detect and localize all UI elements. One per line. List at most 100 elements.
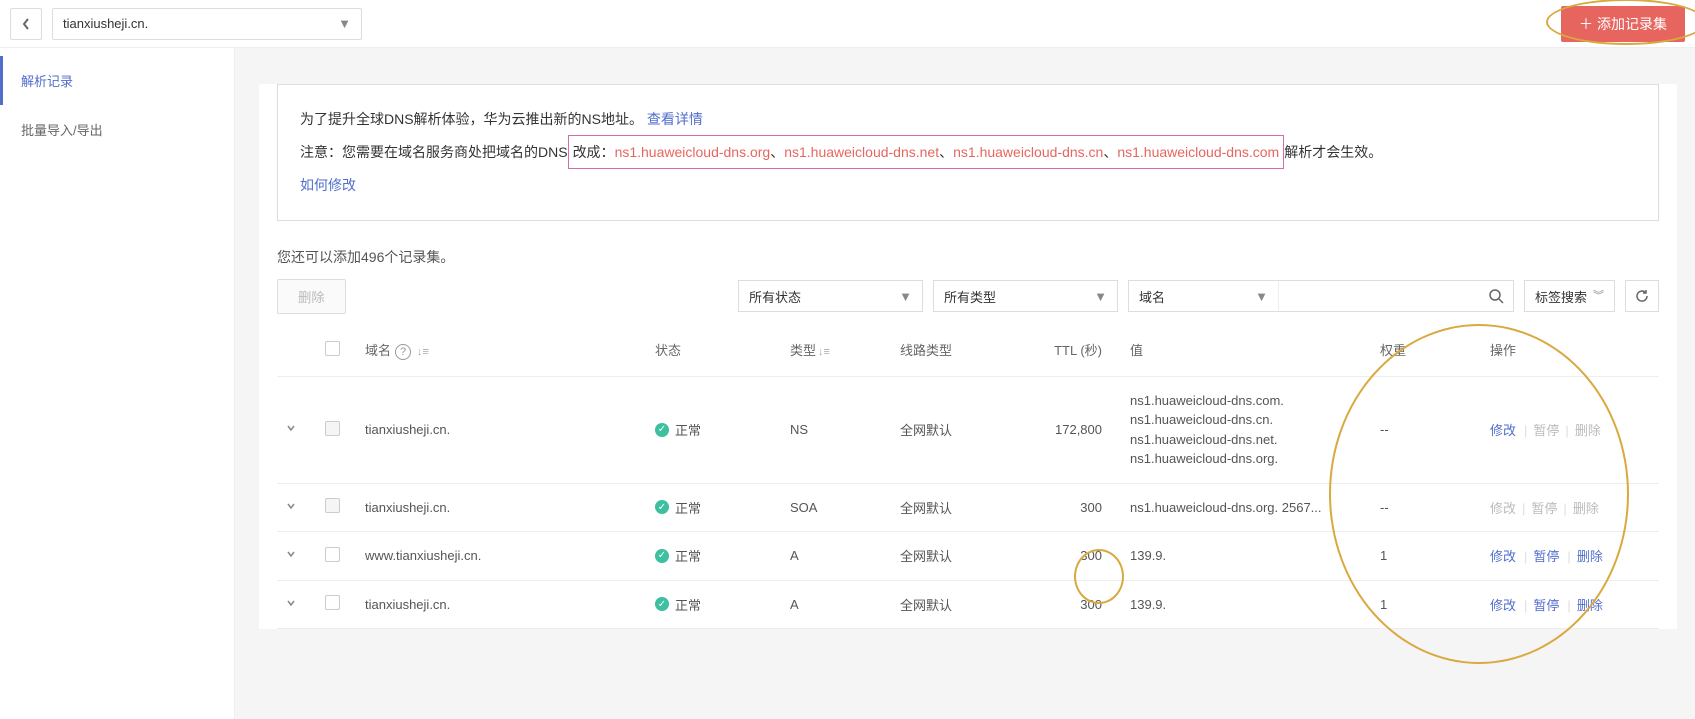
- add-recordset-button[interactable]: ＋ 添加记录集: [1561, 6, 1685, 42]
- cell-ttl: 172,800: [1022, 376, 1122, 483]
- expand-toggle[interactable]: [285, 422, 301, 437]
- caret-down-icon: ▼: [1094, 289, 1107, 304]
- notice-link-howto[interactable]: 如何修改: [300, 177, 356, 193]
- cell-line: 全网默认: [892, 532, 1022, 581]
- expand-toggle[interactable]: [285, 548, 301, 563]
- row-checkbox: [325, 421, 340, 436]
- row-checkbox[interactable]: [325, 595, 340, 610]
- search-field-label: 域名: [1139, 287, 1165, 306]
- col-ops: 操作: [1482, 324, 1659, 377]
- notice-link-details[interactable]: 查看详情: [647, 111, 703, 127]
- notice-box: 为了提升全球DNS解析体验，华为云推出新的NS地址。 查看详情 注意：您需要在域…: [277, 84, 1659, 221]
- add-button-label: 添加记录集: [1597, 14, 1667, 34]
- dns-server: ns1.huaweicloud-dns.cn: [953, 144, 1103, 160]
- select-all-checkbox[interactable]: [325, 341, 340, 356]
- delete-button[interactable]: 删除: [277, 279, 346, 314]
- cell-domain: tianxiusheji.cn.: [357, 580, 647, 629]
- caret-down-icon: ▼: [338, 16, 351, 31]
- cell-domain: tianxiusheji.cn.: [357, 483, 647, 532]
- plus-icon: ＋: [1579, 14, 1593, 34]
- caret-down-icon: ▼: [899, 289, 912, 304]
- expand-toggle[interactable]: [285, 597, 301, 612]
- value-line: 139.9.: [1130, 595, 1364, 615]
- value-line: ns1.huaweicloud-dns.org. 2567...: [1130, 498, 1364, 518]
- type-filter-select[interactable]: 所有类型 ▼: [933, 280, 1118, 312]
- dns-highlight-box: 改成：ns1.huaweicloud-dns.org、ns1.huaweiclo…: [568, 135, 1285, 169]
- op-pause: 暂停: [1533, 423, 1559, 438]
- op-modify[interactable]: 修改: [1490, 549, 1516, 564]
- col-type: 类型: [790, 343, 816, 358]
- records-count-info: 您还可以添加496个记录集。: [259, 221, 1677, 279]
- row-checkbox[interactable]: [325, 547, 340, 562]
- domain-selector[interactable]: tianxiusheji.cn. ▼: [52, 8, 362, 40]
- op-modify[interactable]: 修改: [1490, 423, 1516, 438]
- op-delete: 删除: [1575, 423, 1601, 438]
- topbar: tianxiusheji.cn. ▼ ＋ 添加记录集: [0, 0, 1695, 48]
- col-value: 值: [1122, 324, 1372, 377]
- op-pause[interactable]: 暂停: [1533, 549, 1559, 564]
- status-badge: ✓正常: [655, 595, 701, 614]
- help-icon[interactable]: ?: [395, 344, 411, 360]
- op-pause[interactable]: 暂停: [1533, 598, 1559, 613]
- cell-value: ns1.huaweicloud-dns.com.ns1.huaweicloud-…: [1122, 376, 1372, 483]
- value-line: ns1.huaweicloud-dns.org.: [1130, 449, 1364, 469]
- domain-selector-label: tianxiusheji.cn.: [63, 16, 148, 31]
- cell-weight: --: [1372, 483, 1482, 532]
- notice-text: 改成：: [573, 144, 615, 160]
- check-icon: ✓: [655, 597, 669, 611]
- op-delete[interactable]: 删除: [1577, 598, 1603, 613]
- records-table: 域名?↓≡ 状态 类型↓≡ 线路类型 TTL (秒) 值 权重 操作 tianx…: [277, 324, 1659, 630]
- col-status: 状态: [647, 324, 782, 377]
- cell-ops: 修改|暂停|删除: [1482, 532, 1659, 581]
- cell-ttl: 300: [1022, 580, 1122, 629]
- expand-toggle[interactable]: [285, 500, 301, 515]
- check-icon: ✓: [655, 500, 669, 514]
- caret-down-icon: ▼: [1255, 289, 1268, 304]
- back-button[interactable]: [10, 8, 42, 40]
- search-icon: [1488, 288, 1504, 304]
- search-button[interactable]: [1479, 288, 1513, 304]
- search-field-select[interactable]: 域名 ▼: [1129, 281, 1279, 311]
- chevron-left-icon: [21, 17, 31, 31]
- search-box: 域名 ▼: [1128, 280, 1514, 312]
- table-header-row: 域名?↓≡ 状态 类型↓≡ 线路类型 TTL (秒) 值 权重 操作: [277, 324, 1659, 377]
- sort-icon[interactable]: ↓≡: [818, 346, 830, 358]
- sidebar-item-records[interactable]: 解析记录: [0, 56, 234, 105]
- cell-ops: 修改|暂停|删除: [1482, 376, 1659, 483]
- table-row: tianxiusheji.cn. ✓正常 A 全网默认 300 139.9. 1…: [277, 580, 1659, 629]
- search-input[interactable]: [1279, 281, 1479, 311]
- sidebar-item-import-export[interactable]: 批量导入/导出: [0, 105, 234, 154]
- refresh-icon: [1634, 288, 1650, 304]
- cell-weight: 1: [1372, 532, 1482, 581]
- cell-value: 139.9.: [1122, 580, 1372, 629]
- col-domain: 域名: [365, 343, 391, 358]
- cell-value: 139.9.: [1122, 532, 1372, 581]
- cell-weight: 1: [1372, 580, 1482, 629]
- cell-ops: 修改|暂停|删除: [1482, 483, 1659, 532]
- cell-value: ns1.huaweicloud-dns.org. 2567...: [1122, 483, 1372, 532]
- op-modify[interactable]: 修改: [1490, 598, 1516, 613]
- status-badge: ✓正常: [655, 498, 701, 517]
- tag-search-button[interactable]: 标签搜索 ︾: [1524, 280, 1615, 312]
- cell-type: NS: [782, 376, 892, 483]
- col-weight: 权重: [1372, 324, 1482, 377]
- notice-text: 为了提升全球DNS解析体验，华为云推出新的NS地址。: [300, 111, 643, 127]
- cell-line: 全网默认: [892, 483, 1022, 532]
- row-checkbox: [325, 498, 340, 513]
- dns-server: ns1.huaweicloud-dns.org: [615, 144, 771, 160]
- sort-icon[interactable]: ↓≡: [417, 346, 429, 358]
- status-filter-select[interactable]: 所有状态 ▼: [738, 280, 923, 312]
- select-label: 所有类型: [944, 287, 996, 306]
- value-line: 139.9.: [1130, 546, 1364, 566]
- cell-line: 全网默认: [892, 376, 1022, 483]
- cell-domain: www.tianxiusheji.cn.: [357, 532, 647, 581]
- value-line: ns1.huaweicloud-dns.net.: [1130, 430, 1364, 450]
- col-line: 线路类型: [892, 324, 1022, 377]
- op-delete[interactable]: 删除: [1577, 549, 1603, 564]
- cell-type: SOA: [782, 483, 892, 532]
- refresh-button[interactable]: [1625, 280, 1659, 312]
- tag-search-label: 标签搜索: [1535, 287, 1587, 306]
- cell-weight: --: [1372, 376, 1482, 483]
- status-badge: ✓正常: [655, 546, 701, 565]
- table-row: tianxiusheji.cn. ✓正常 SOA 全网默认 300 ns1.hu…: [277, 483, 1659, 532]
